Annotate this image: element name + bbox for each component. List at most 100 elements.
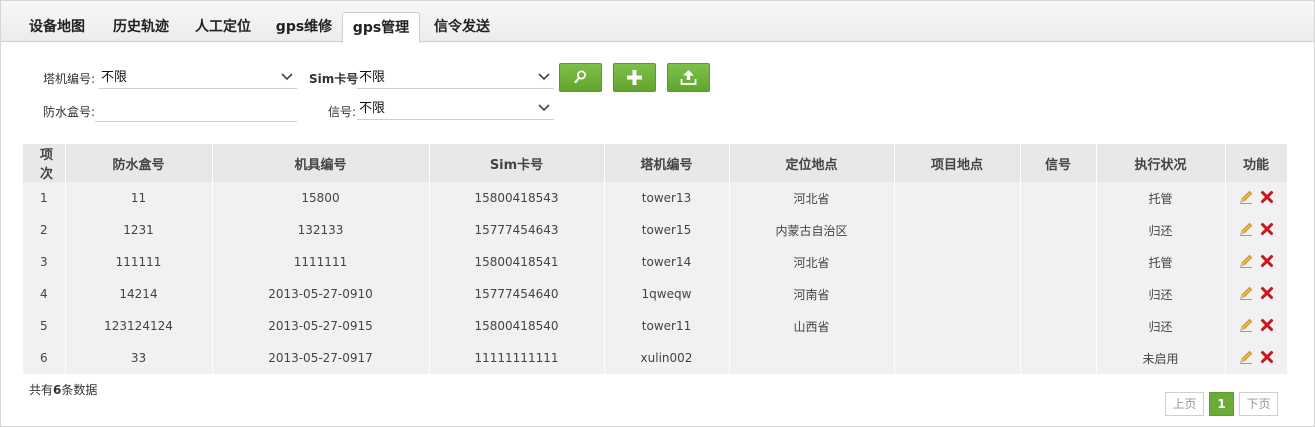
column-header-project-location: 项目地点 bbox=[894, 144, 1021, 182]
prev-page-button[interactable]: 上页 bbox=[1165, 392, 1204, 416]
cell-box-number: 123124124 bbox=[65, 310, 213, 342]
cell-box-number: 111111 bbox=[65, 246, 213, 278]
search-icon bbox=[574, 70, 586, 84]
cell-actions bbox=[1225, 278, 1288, 310]
add-button[interactable] bbox=[613, 63, 656, 92]
column-header-index: 项次 bbox=[23, 144, 66, 182]
delete-icon[interactable] bbox=[1260, 286, 1274, 303]
delete-icon[interactable] bbox=[1260, 190, 1274, 207]
delete-icon[interactable] bbox=[1260, 254, 1274, 271]
cell-location: 河北省 bbox=[729, 246, 895, 278]
cell-signal bbox=[1020, 246, 1097, 278]
signal-value: 不限 bbox=[359, 101, 386, 116]
tower-number-value: 不限 bbox=[101, 70, 128, 85]
plus-icon bbox=[627, 70, 642, 85]
table-row: 3 111111 1111111 15800418541 tower14 河北省 托管 bbox=[23, 246, 1288, 278]
edit-icon[interactable] bbox=[1238, 221, 1254, 240]
cell-machine-number: 2013-05-27-0915 bbox=[212, 310, 430, 342]
box-number-input[interactable] bbox=[95, 100, 297, 122]
cell-tower-number: xulin002 bbox=[604, 342, 730, 374]
page-1-button[interactable]: 1 bbox=[1209, 392, 1234, 416]
delete-icon[interactable] bbox=[1260, 318, 1274, 335]
cell-location: 河北省 bbox=[729, 182, 895, 214]
cell-index: 6 bbox=[23, 342, 66, 374]
cell-tower-number: tower14 bbox=[604, 246, 730, 278]
column-header-machine-number: 机具编号 bbox=[212, 144, 430, 182]
edit-icon[interactable] bbox=[1238, 285, 1254, 304]
cell-index: 2 bbox=[23, 214, 66, 246]
upload-icon bbox=[680, 70, 697, 85]
delete-icon[interactable] bbox=[1260, 222, 1274, 239]
cell-project-location bbox=[894, 310, 1021, 342]
tab-gps-repair[interactable]: gps维修 bbox=[266, 14, 342, 41]
sim-card-select[interactable]: 不限 bbox=[357, 67, 554, 89]
cell-box-number: 33 bbox=[65, 342, 213, 374]
cell-signal bbox=[1020, 182, 1097, 214]
cell-status: 归还 bbox=[1096, 214, 1226, 246]
cell-box-number: 1231 bbox=[65, 214, 213, 246]
tab-manual-locate[interactable]: 人工定位 bbox=[184, 14, 262, 41]
edit-icon[interactable] bbox=[1238, 317, 1254, 336]
cell-project-location bbox=[894, 182, 1021, 214]
table-row: 5 123124124 2013-05-27-0915 15800418540 towe… bbox=[23, 310, 1288, 342]
column-header-actions: 功能 bbox=[1225, 144, 1288, 182]
chevron-down-icon bbox=[538, 104, 550, 112]
tower-number-select[interactable]: 不限 bbox=[99, 67, 297, 89]
total-prefix: 共有 bbox=[29, 383, 54, 397]
cell-project-location bbox=[894, 246, 1021, 278]
delete-icon[interactable] bbox=[1260, 350, 1274, 367]
cell-index: 1 bbox=[23, 182, 66, 214]
cell-box-number: 14214 bbox=[65, 278, 213, 310]
cell-status: 归还 bbox=[1096, 278, 1226, 310]
next-page-button[interactable]: 下页 bbox=[1239, 392, 1278, 416]
cell-location bbox=[729, 342, 895, 374]
cell-machine-number: 2013-05-27-0910 bbox=[212, 278, 430, 310]
table-row: 6 33 2013-05-27-0917 11111111111 xulin002 未启用 bbox=[23, 342, 1288, 374]
cell-machine-number: 1111111 bbox=[212, 246, 430, 278]
cell-index: 4 bbox=[23, 278, 66, 310]
total-count: 共有6条数据 bbox=[29, 381, 97, 398]
cell-index: 3 bbox=[23, 246, 66, 278]
gps-table: 项次 防水盒号 机具编号 Sim卡号 塔机编号 定位地点 项目地点 信号 执行状… bbox=[23, 144, 1288, 374]
chevron-down-icon bbox=[281, 73, 293, 81]
cell-sim-number: 11111111111 bbox=[429, 342, 605, 374]
edit-icon[interactable] bbox=[1238, 349, 1254, 368]
column-header-location: 定位地点 bbox=[729, 144, 895, 182]
cell-sim-number: 15777454643 bbox=[429, 214, 605, 246]
table-header-row: 项次 防水盒号 机具编号 Sim卡号 塔机编号 定位地点 项目地点 信号 执行状… bbox=[23, 144, 1288, 182]
cell-sim-number: 15800418541 bbox=[429, 246, 605, 278]
edit-icon[interactable] bbox=[1238, 189, 1254, 208]
cell-signal bbox=[1020, 278, 1097, 310]
cell-location: 山西省 bbox=[729, 310, 895, 342]
column-header-status: 执行状况 bbox=[1096, 144, 1226, 182]
cell-project-location bbox=[894, 214, 1021, 246]
cell-status: 未启用 bbox=[1096, 342, 1226, 374]
tab-history-track[interactable]: 历史轨迹 bbox=[102, 14, 180, 41]
column-header-signal: 信号 bbox=[1020, 144, 1097, 182]
tab-gps-management[interactable]: gps管理 bbox=[342, 12, 420, 43]
signal-label: 信号: bbox=[328, 105, 357, 119]
cell-index: 5 bbox=[23, 310, 66, 342]
tab-device-map[interactable]: 设备地图 bbox=[18, 14, 96, 41]
cell-machine-number: 132133 bbox=[212, 214, 430, 246]
cell-sim-number: 15800418543 bbox=[429, 182, 605, 214]
box-number-label: 防水盒号: bbox=[43, 105, 96, 119]
upload-button[interactable] bbox=[667, 63, 710, 92]
cell-actions bbox=[1225, 342, 1288, 374]
column-header-tower-number: 塔机编号 bbox=[604, 144, 730, 182]
tab-bar: 设备地图 历史轨迹 人工定位 gps维修 gps管理 信令发送 bbox=[1, 1, 1314, 43]
search-button[interactable] bbox=[559, 63, 602, 92]
cell-machine-number: 2013-05-27-0917 bbox=[212, 342, 430, 374]
cell-sim-number: 15800418540 bbox=[429, 310, 605, 342]
cell-project-location bbox=[894, 278, 1021, 310]
column-header-box-number: 防水盒号 bbox=[65, 144, 213, 182]
gps-management-panel: 设备地图 历史轨迹 人工定位 gps维修 gps管理 信令发送 塔机编号: 不限… bbox=[0, 0, 1315, 427]
edit-icon[interactable] bbox=[1238, 253, 1254, 272]
table-row: 4 14214 2013-05-27-0910 15777454640 1qweqw 河南… bbox=[23, 278, 1288, 310]
cell-tower-number: tower13 bbox=[604, 182, 730, 214]
signal-select[interactable]: 不限 bbox=[357, 98, 554, 120]
table-row: 2 1231 132133 15777454643 tower15 内蒙古自治区 归还 bbox=[23, 214, 1288, 246]
cell-actions bbox=[1225, 310, 1288, 342]
sim-card-value: 不限 bbox=[359, 70, 386, 85]
tab-signal-send[interactable]: 信令发送 bbox=[423, 14, 501, 41]
